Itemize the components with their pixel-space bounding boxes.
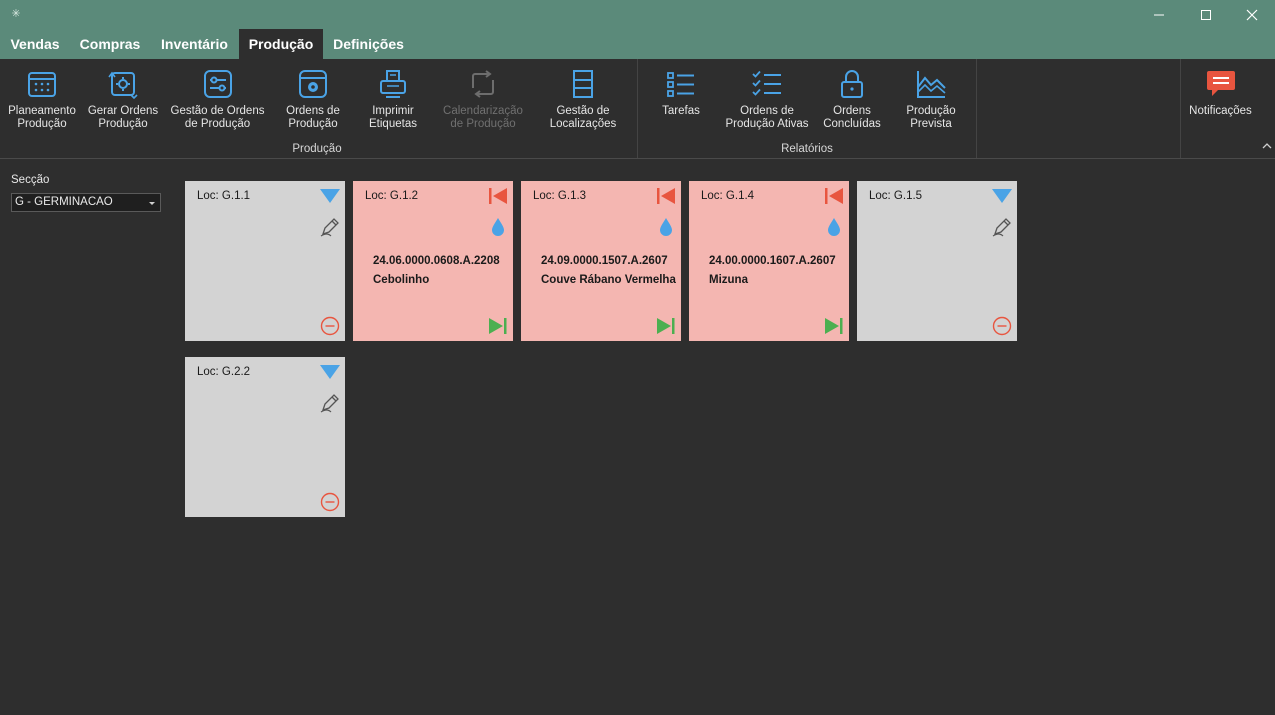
seccao-select-value: G - GERMINACAO [15,196,113,208]
producao-prevista-button[interactable]: Produção Prevista [896,59,966,139]
location-card[interactable]: Loc: G.1.2 24.06.0000.0608.A.2208 Ceboli… [353,181,513,341]
tab-producao[interactable]: Produção [239,29,323,59]
ordens-producao-ativas-label: Ordens de Produção Ativas [725,105,809,130]
ordens-producao-ativas-button[interactable]: Ordens de Produção Ativas [722,59,812,139]
ribbon: Planeamento Produção Gerar Ordens Produç… [0,59,1275,159]
location-card[interactable]: Loc: G.1.5 [857,181,1017,341]
chevron-down-icon [149,202,155,205]
remove-circle-icon[interactable] [319,491,341,513]
close-icon [1246,9,1258,20]
calendarizacao-producao-button: Calendarização de Produção [438,59,528,139]
skip-back-icon[interactable] [823,187,845,205]
close-button[interactable] [1229,0,1275,29]
menu-tabs: Vendas Compras Inventário Produção Defin… [0,29,1275,59]
location-card[interactable]: Loc: G.2.2 [185,357,345,517]
location-label: Loc: G.1.4 [701,190,755,202]
tarefas-button[interactable]: Tarefas [650,59,712,139]
notificacoes-label: Notificações [1189,105,1252,117]
notificacoes-button[interactable]: Notificações [1183,59,1258,139]
gestao-ordens-producao-label: Gestão de Ordens de Produção [170,105,265,130]
seccao-label: Secção [11,174,50,186]
ribbon-separator [976,59,977,158]
skip-forward-icon[interactable] [655,315,677,337]
title-bar: ✳ [0,0,1275,29]
location-label: Loc: G.1.3 [533,190,587,202]
location-card[interactable]: Loc: G.1.1 [185,181,345,341]
ordens-de-producao-button[interactable]: Ordens de Produção [276,59,350,139]
location-card[interactable]: Loc: G.1.4 24.00.0000.1607.A.2607 Mizuna [689,181,849,341]
product-name: Mizuna [709,274,748,286]
location-label: Loc: G.1.2 [365,190,419,202]
gestao-localizacoes-label: Gestão de Localizações [549,105,617,130]
tab-compras[interactable]: Compras [70,29,150,59]
collapse-ribbon-icon[interactable] [1261,141,1273,151]
water-drop-icon[interactable] [823,216,845,238]
dropdown-triangle-icon[interactable] [319,187,341,205]
producao-prevista-label: Produção Prevista [906,105,956,130]
generate-orders-icon [108,71,138,100]
gestao-ordens-producao-button[interactable]: Gestão de Ordens de Produção [166,59,269,139]
minimize-icon [1154,14,1164,15]
calendar-icon [28,72,56,97]
gestao-localizacoes-button[interactable]: Gestão de Localizações [543,59,623,139]
task-list-icon [667,72,694,97]
checklist-icon [752,70,781,96]
edit-pencil-icon[interactable] [991,216,1013,238]
location-label: Loc: G.1.1 [197,190,251,202]
gerar-ordens-producao-button[interactable]: Gerar Ordens Produção [83,59,163,139]
remove-circle-icon[interactable] [319,315,341,337]
water-drop-icon[interactable] [655,216,677,238]
remove-circle-icon[interactable] [991,315,1013,337]
product-name: Cebolinho [373,274,430,286]
lock-icon [841,70,863,98]
skip-forward-icon[interactable] [487,315,509,337]
maximize-icon [1201,9,1211,20]
group-label-relatorios: Relatórios [781,143,833,155]
area-chart-icon [917,71,946,98]
water-drop-icon[interactable] [487,216,509,238]
skip-back-icon[interactable] [655,187,677,205]
order-code: 24.00.0000.1607.A.2607 [709,255,836,267]
sliders-icon [203,70,232,98]
location-label: Loc: G.1.5 [869,190,923,202]
order-code: 24.09.0000.1507.A.2607 [541,255,668,267]
tarefas-label: Tarefas [662,105,700,117]
location-label: Loc: G.2.2 [197,366,251,378]
schedule-icon [472,70,494,98]
imprimir-etiquetas-button[interactable]: Imprimir Etiquetas [356,59,430,139]
dropdown-triangle-icon[interactable] [319,363,341,381]
maximize-button[interactable] [1183,0,1229,29]
ribbon-separator [1180,59,1181,158]
app-logo-icon: ✳ [11,8,21,20]
planeamento-producao-button[interactable]: Planeamento Produção [3,59,81,139]
location-card[interactable]: Loc: G.1.3 24.09.0000.1507.A.2607 Couve … [521,181,681,341]
dropdown-triangle-icon[interactable] [991,187,1013,205]
tab-inventario[interactable]: Inventário [150,29,239,59]
tab-definicoes[interactable]: Definições [323,29,414,59]
skip-forward-icon[interactable] [823,315,845,337]
planeamento-producao-label: Planeamento Produção [8,105,76,130]
ribbon-separator [637,59,638,158]
skip-back-icon[interactable] [487,187,509,205]
notification-icon [1206,71,1235,96]
seccao-select[interactable]: G - GERMINACAO [11,193,161,212]
edit-pencil-icon[interactable] [319,216,341,238]
ordens-de-producao-label: Ordens de Produção [286,105,340,130]
order-code: 24.06.0000.0608.A.2208 [373,255,500,267]
group-label-producao: Produção [292,143,342,155]
product-name: Couve Rábano Vermelha [541,274,676,286]
gerar-ordens-producao-label: Gerar Ordens Produção [87,105,159,130]
edit-pencil-icon[interactable] [319,392,341,414]
production-orders-icon [299,70,327,98]
tab-vendas[interactable]: Vendas [0,29,70,59]
ordens-concluidas-button[interactable]: Ordens Concluídas [818,59,886,139]
ordens-concluidas-label: Ordens Concluídas [823,105,881,130]
shelf-icon [573,70,593,98]
calendarizacao-producao-label: Calendarização de Produção [443,105,523,130]
minimize-button[interactable] [1136,0,1182,29]
imprimir-etiquetas-label: Imprimir Etiquetas [369,105,417,130]
printer-icon [380,70,406,98]
